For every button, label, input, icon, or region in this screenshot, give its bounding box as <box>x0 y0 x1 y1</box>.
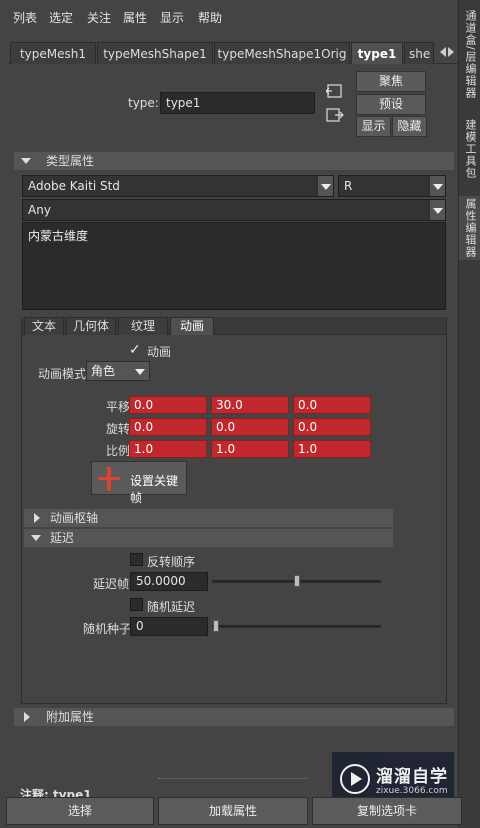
chevron-down-icon <box>429 200 445 220</box>
reverse-order-checkbox[interactable] <box>130 553 143 566</box>
translate-y-field[interactable]: 30.0 <box>211 396 289 414</box>
play-logo-icon <box>340 764 370 794</box>
menu-help[interactable]: 帮助 <box>198 9 222 26</box>
sub-tabs: 文本 几何体 纹理 动画 <box>22 317 446 335</box>
section-title: 类型属性 <box>46 154 95 168</box>
tab-typemeshshape1[interactable]: typeMeshShape1 <box>97 42 213 64</box>
animation-mode-label: 动画模式 <box>38 367 87 381</box>
menu-attributes[interactable]: 属性 <box>123 9 147 26</box>
font-family-value: Adobe Kaiti Std <box>28 179 120 193</box>
delay-frames-input[interactable]: 50.0000 <box>130 572 208 591</box>
rotate-label: 旋转 <box>106 422 131 436</box>
menu-focus[interactable]: 关注 <box>87 9 111 26</box>
menu-display[interactable]: 显示 <box>160 9 184 26</box>
tab-typemeshshape1orig[interactable]: typeMeshShape1Orig <box>214 42 350 64</box>
translate-x-field[interactable]: 0.0 <box>129 396 207 414</box>
translate-z-field[interactable]: 0.0 <box>293 396 371 414</box>
delay-frames-label: 延迟帧 <box>93 577 130 591</box>
copy-tab-button[interactable]: 复制选项卡 <box>312 797 462 825</box>
show-button[interactable]: 显示 <box>356 116 391 137</box>
tab-scroll-right-icon[interactable] <box>448 47 454 57</box>
random-seed-label: 随机种子 <box>83 622 132 636</box>
tab-overflow[interactable]: she <box>404 42 434 64</box>
tab-modeling-toolkit[interactable]: 建模工具包 <box>459 115 480 183</box>
tab-channel-box[interactable]: 通道盒/层编辑器 <box>459 8 480 100</box>
focus-button[interactable]: 聚焦 <box>356 71 426 92</box>
tab-typemesh1[interactable]: typeMesh1 <box>10 42 96 64</box>
type-label: type: <box>128 96 159 110</box>
extra-attributes-header[interactable]: 附加属性 <box>14 708 454 726</box>
load-attributes-button[interactable]: 加载属性 <box>158 797 308 825</box>
preset-button[interactable]: 预设 <box>356 94 426 115</box>
scale-label: 比例 <box>106 444 131 458</box>
menu-bar: 列表 选定 关注 属性 显示 帮助 <box>0 0 458 32</box>
delay-header[interactable]: 延迟 <box>24 529 393 547</box>
focus-input-icon[interactable] <box>326 82 344 100</box>
section-title: 附加属性 <box>46 710 95 724</box>
chevron-down-icon <box>135 369 145 375</box>
keyframe-icon <box>98 467 120 491</box>
chevron-down-icon <box>317 176 333 196</box>
set-key-button[interactable]: 设置关键帧 <box>91 461 187 505</box>
text-input-area[interactable]: 内蒙古维度 <box>22 222 446 310</box>
section-title: 动画枢轴 <box>50 511 99 525</box>
delay-frames-slider-thumb[interactable] <box>293 575 300 587</box>
focus-output-icon[interactable] <box>326 106 344 124</box>
writing-system-value: Any <box>28 203 51 217</box>
node-tabs: typeMesh1 typeMeshShape1 typeMeshShape1O… <box>8 42 458 64</box>
expand-icon <box>24 712 30 722</box>
collapse-icon <box>31 535 41 541</box>
subtab-text[interactable]: 文本 <box>24 317 64 335</box>
subtab-animation[interactable]: 动画 <box>170 317 214 335</box>
set-key-label: 设置关键帧 <box>130 474 179 505</box>
translate-label: 平移 <box>106 400 131 414</box>
animation-checkbox[interactable]: ✓ <box>129 342 141 358</box>
notes-divider <box>158 778 308 779</box>
subtab-texture[interactable]: 纹理 <box>118 317 168 335</box>
random-seed-input[interactable]: 0 <box>130 617 208 636</box>
animation-checkbox-label: 动画 <box>147 345 172 359</box>
section-title: 延迟 <box>50 531 75 545</box>
font-family-dropdown[interactable]: Adobe Kaiti Std <box>22 175 334 197</box>
random-seed-slider[interactable] <box>212 625 381 628</box>
animation-mode-dropdown[interactable]: 角色 <box>86 361 150 381</box>
type-name-input[interactable]: type1 <box>160 92 315 114</box>
tab-type1[interactable]: type1 <box>351 42 403 64</box>
select-button[interactable]: 选择 <box>6 797 154 825</box>
subtab-geometry[interactable]: 几何体 <box>66 317 116 335</box>
reverse-order-label: 反转顺序 <box>147 555 196 569</box>
menu-select[interactable]: 选定 <box>49 9 73 26</box>
writing-system-dropdown[interactable]: Any <box>22 199 446 221</box>
tab-scroll-left-icon[interactable] <box>440 47 446 57</box>
random-delay-label: 随机延迟 <box>147 600 196 614</box>
watermark-url: zixue.3066.com <box>376 786 448 796</box>
scale-x-field[interactable]: 1.0 <box>129 440 207 458</box>
scale-z-field[interactable]: 1.0 <box>293 440 371 458</box>
rotate-z-field[interactable]: 0.0 <box>293 418 371 436</box>
animation-mode-value: 角色 <box>91 364 116 378</box>
rotate-x-field[interactable]: 0.0 <box>129 418 207 436</box>
collapse-icon <box>21 158 31 164</box>
random-delay-checkbox[interactable] <box>130 598 143 611</box>
type-attributes-header[interactable]: 类型属性 <box>14 152 454 170</box>
random-seed-slider-thumb[interactable] <box>213 620 219 632</box>
font-style-value: R <box>344 179 353 193</box>
rotate-y-field[interactable]: 0.0 <box>211 418 289 436</box>
watermark-title: 溜溜自学 <box>376 767 448 787</box>
scale-y-field[interactable]: 1.0 <box>211 440 289 458</box>
right-panel-tabs: 通道盒/层编辑器 建模工具包 属性编辑器 <box>458 0 480 828</box>
tab-attribute-editor[interactable]: 属性编辑器 <box>459 196 480 260</box>
font-style-dropdown[interactable]: R <box>338 175 446 197</box>
menu-list[interactable]: 列表 <box>13 9 37 26</box>
expand-icon <box>34 513 40 523</box>
chevron-down-icon <box>429 176 445 196</box>
hide-button[interactable]: 隐藏 <box>392 116 427 137</box>
animation-pivot-header[interactable]: 动画枢轴 <box>24 509 393 527</box>
